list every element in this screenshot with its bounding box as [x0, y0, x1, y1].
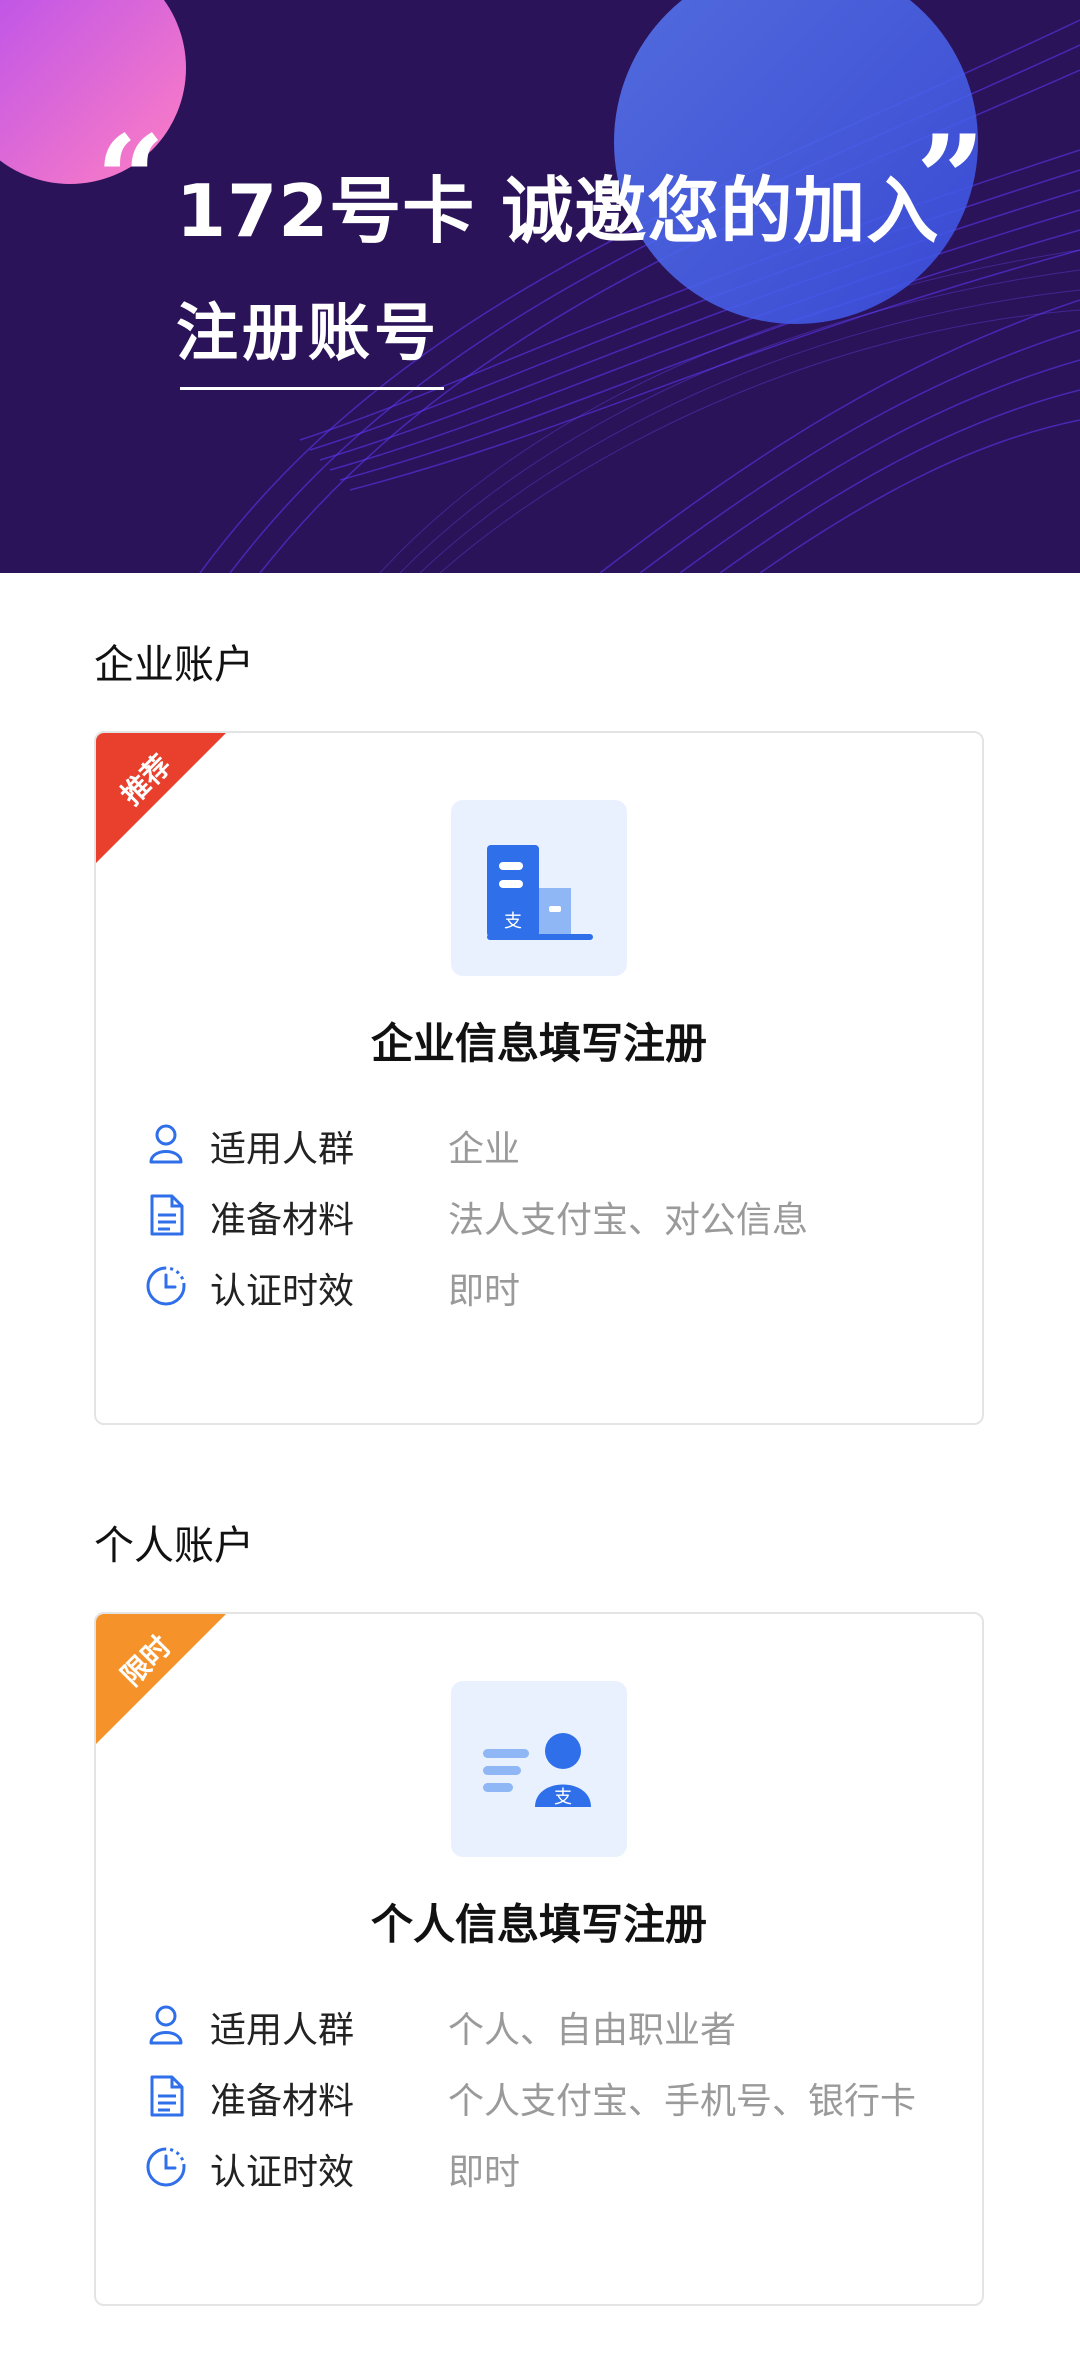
info-row-timing: 认证时效 即时 — [144, 2141, 964, 2193]
svg-text:支: 支 — [504, 911, 522, 932]
row-label: 认证时效 — [210, 2152, 355, 2193]
hero-background-art — [0, 0, 1080, 573]
row-value: 个人、自由职业者 — [448, 2010, 737, 2051]
row-value: 即时 — [448, 2152, 521, 2193]
quote-open-mark: “ — [96, 109, 166, 250]
user-icon — [149, 2005, 183, 2045]
row-label: 认证时效 — [210, 1271, 355, 1312]
personal-id-icon: 支 — [451, 1681, 627, 1857]
hero-subtitle: 注册账号 — [176, 296, 441, 369]
row-value: 法人支付宝、对公信息 — [448, 1200, 809, 1241]
row-label: 准备材料 — [210, 1200, 355, 1241]
document-icon — [150, 1194, 184, 1236]
info-row-materials: 准备材料 法人支付宝、对公信息 — [144, 1189, 964, 1241]
clock-icon — [146, 1266, 186, 1306]
info-row-audience: 适用人群 个人、自由职业者 — [144, 1999, 964, 2051]
clock-icon — [146, 2147, 186, 2187]
hero-title: 172号卡 诚邀您的加入 — [176, 169, 940, 253]
row-label: 适用人群 — [210, 2010, 355, 2051]
section-heading-personal: 个人账户 — [94, 1523, 254, 1569]
row-value: 个人支付宝、手机号、银行卡 — [448, 2081, 917, 2122]
card-title: 个人信息填写注册 — [370, 1900, 707, 1949]
row-value: 即时 — [448, 1271, 521, 1312]
hero-banner: “ ” 172号卡 诚邀您的加入 注册账号 — [0, 0, 1080, 573]
document-icon — [150, 2075, 184, 2117]
svg-text:支: 支 — [554, 1787, 572, 1808]
card-title: 企业信息填写注册 — [370, 1019, 707, 1068]
enterprise-building-icon: 支 — [451, 800, 627, 976]
info-row-materials: 准备材料 个人支付宝、手机号、银行卡 — [144, 2070, 964, 2122]
row-value: 企业 — [448, 1129, 521, 1170]
section-heading-enterprise: 企业账户 — [94, 642, 254, 688]
hero-underline — [180, 387, 444, 390]
enterprise-register-card[interactable]: 推荐 支 企业信息填写注册 适用人群 企业 准备材料 法人支付宝、对公信息 认证… — [94, 731, 984, 1425]
user-icon — [149, 1124, 183, 1164]
row-label: 准备材料 — [210, 2081, 355, 2122]
personal-register-card[interactable]: 限时 支 个人信息填写注册 适用人群 个人、自由职业者 准备材料 个人支付宝、手… — [94, 1612, 984, 2306]
info-row-audience: 适用人群 企业 — [144, 1118, 964, 1170]
row-label: 适用人群 — [210, 1129, 355, 1170]
info-row-timing: 认证时效 即时 — [144, 1260, 964, 1312]
